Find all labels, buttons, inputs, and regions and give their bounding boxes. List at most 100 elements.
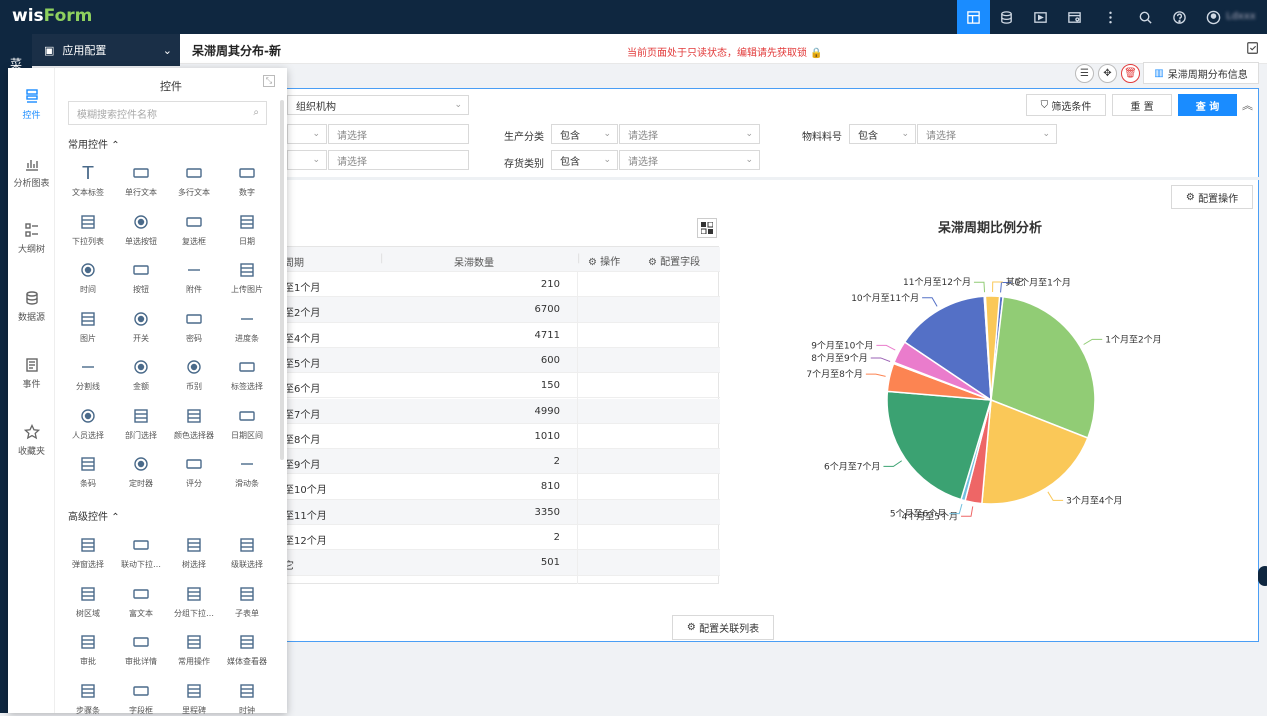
control-item[interactable]: 复选框 <box>167 212 221 247</box>
control-item[interactable]: 密码 <box>167 309 221 344</box>
config-operation-button[interactable]: ⚙ 配置操作 <box>1171 185 1253 209</box>
control-item[interactable]: 金额 <box>114 357 168 392</box>
control-item[interactable]: 树区域 <box>61 584 115 619</box>
control-item[interactable]: 按钮 <box>114 260 168 295</box>
collapse-up-icon[interactable]: ︽ <box>1242 97 1253 113</box>
control-item[interactable]: 附件 <box>167 260 221 295</box>
help-icon[interactable] <box>1163 0 1196 34</box>
control-item[interactable]: 滑动条 <box>220 454 274 489</box>
table-layout-icon[interactable] <box>697 218 717 238</box>
control-item[interactable]: 单选按钮 <box>114 212 168 247</box>
control-item[interactable]: 富文本 <box>114 584 168 619</box>
control-item[interactable]: 人员选择 <box>61 406 115 441</box>
database-icon[interactable] <box>990 0 1023 34</box>
control-item[interactable]: 数字 <box>220 163 274 198</box>
table-row[interactable]: 至9个月 2 <box>263 449 720 475</box>
stock-operator-select[interactable]: 包含 ⌄ <box>551 150 618 170</box>
nav-outline[interactable]: 大纲树 <box>8 222 55 255</box>
control-item[interactable]: 字段框 <box>114 681 168 716</box>
prod-value-select[interactable]: 请选择 ⌄ <box>619 124 760 144</box>
control-item[interactable]: 评分 <box>167 454 221 489</box>
control-item[interactable]: 级联选择 <box>220 535 274 570</box>
nav-events[interactable]: 事件 <box>8 357 55 390</box>
control-item[interactable]: 条码 <box>61 454 115 489</box>
table-op-button[interactable]: ⚙ 操作 <box>588 253 620 268</box>
floating-helper-icon[interactable] <box>1258 566 1267 586</box>
delete-icon[interactable]: 🗑 <box>1121 64 1140 83</box>
search-icon[interactable] <box>1129 0 1162 34</box>
lock-icon[interactable]: 🔒 <box>810 48 822 59</box>
browser-icon[interactable] <box>1058 0 1091 34</box>
table-row[interactable]: 它 501 <box>263 550 720 576</box>
control-item[interactable]: 图片 <box>61 309 115 344</box>
table-row[interactable]: 至4个月 4711 <box>263 323 720 348</box>
move-icon[interactable]: ✥ <box>1098 64 1117 83</box>
control-item[interactable]: 时钟 <box>220 681 274 716</box>
control-item[interactable]: 开关 <box>114 309 168 344</box>
operator-select-1[interactable]: ⌄ <box>287 124 327 144</box>
control-item[interactable]: 常用操作 <box>167 632 221 667</box>
control-item[interactable]: 弹窗选择 <box>61 535 115 570</box>
value-select-2[interactable]: 请选择 <box>328 150 469 170</box>
query-button[interactable]: 查 询 <box>1178 94 1237 116</box>
table-row[interactable]: 至8个月 1010 <box>263 424 720 450</box>
material-value-select[interactable]: 请选择 ⌄ <box>917 124 1057 144</box>
control-item[interactable]: 标签选择 <box>220 357 274 392</box>
material-operator-select[interactable]: 包含 ⌄ <box>849 124 916 144</box>
control-item[interactable]: 审批 <box>61 632 115 667</box>
control-item[interactable]: 时间 <box>61 260 115 295</box>
table-row[interactable]: 至7个月 4990 <box>263 398 720 424</box>
operator-select-2[interactable]: ⌄ <box>287 150 327 170</box>
prod-operator-select[interactable]: 包含 ⌄ <box>551 124 618 144</box>
panel-scrollbar[interactable] <box>280 100 284 460</box>
table-row[interactable]: 至2个月 6700 <box>263 297 720 323</box>
table-row[interactable]: 至10个月 810 <box>263 474 720 500</box>
control-item[interactable]: 进度条 <box>220 309 274 344</box>
table-row[interactable]: 至6个月 150 <box>263 373 720 399</box>
control-item[interactable]: 颜色选择器 <box>167 406 221 441</box>
more-icon[interactable] <box>1094 0 1127 34</box>
collapse-panel-icon[interactable]: ⤡ <box>263 75 275 87</box>
adjust-icon[interactable]: ☰ <box>1075 64 1094 83</box>
table-config-fields-button[interactable]: ⚙ 配置字段 <box>648 253 700 268</box>
filter-conditions-button[interactable]: ⛉ 筛选条件 <box>1026 94 1106 116</box>
info-button[interactable]: ▥ 呆滞周期分布信息 <box>1143 62 1259 84</box>
control-item[interactable]: 审批详情 <box>114 632 168 667</box>
control-item[interactable]: 日期 <box>220 212 274 247</box>
control-item[interactable]: 分组下拉… <box>167 584 221 619</box>
control-item[interactable]: 部门选择 <box>114 406 168 441</box>
control-item[interactable]: 联动下拉… <box>114 535 168 570</box>
value-select-1[interactable]: 请选择 <box>328 124 469 144</box>
control-item[interactable]: 下拉列表 <box>61 212 115 247</box>
control-item[interactable]: 步骤条 <box>61 681 115 716</box>
nav-datasource[interactable]: 数据源 <box>8 290 55 323</box>
table-row[interactable]: 至12个月 2 <box>263 525 720 551</box>
control-item[interactable]: 上传图片 <box>220 260 274 295</box>
exit-icon[interactable] <box>1246 41 1260 55</box>
play-icon[interactable] <box>1024 0 1057 34</box>
table-row[interactable]: 至1个月 210 <box>263 272 720 298</box>
advanced-controls-header[interactable]: 高级控件 ⌃ <box>68 508 120 523</box>
control-item[interactable]: T 文本标签 <box>61 163 115 198</box>
control-item[interactable]: 单行文本 <box>114 163 168 198</box>
control-item[interactable]: 分割线 <box>61 357 115 392</box>
common-controls-header[interactable]: 常用控件 ⌃ <box>68 136 120 151</box>
app-config-dropdown[interactable]: ▣ 应用配置 ⌄ <box>32 34 180 66</box>
user-name[interactable]: Ldxxx <box>1226 11 1256 22</box>
reset-button[interactable]: 重 置 <box>1112 94 1172 116</box>
control-item[interactable]: 币别 <box>167 357 221 392</box>
nav-controls[interactable]: 控件 <box>8 88 55 121</box>
nav-charts[interactable]: 分析图表 <box>8 156 55 189</box>
control-item[interactable]: 多行文本 <box>167 163 221 198</box>
table-row[interactable]: 至5个月 600 <box>263 347 720 374</box>
control-item[interactable]: 子表单 <box>220 584 274 619</box>
control-item[interactable]: 定时器 <box>114 454 168 489</box>
nav-favorites[interactable]: 收藏夹 <box>8 424 55 457</box>
org-select[interactable]: 组织机构 ⌄ <box>287 95 469 115</box>
control-item[interactable]: 里程碑 <box>167 681 221 716</box>
app-logo[interactable]: wisForm <box>12 6 92 26</box>
config-linked-list-button[interactable]: ⚙ 配置关联列表 <box>672 615 774 640</box>
control-item[interactable]: 日期区间 <box>220 406 274 441</box>
stock-value-select[interactable]: 请选择 ⌄ <box>619 150 760 170</box>
table-row[interactable]: 至11个月 3350 <box>263 499 720 525</box>
